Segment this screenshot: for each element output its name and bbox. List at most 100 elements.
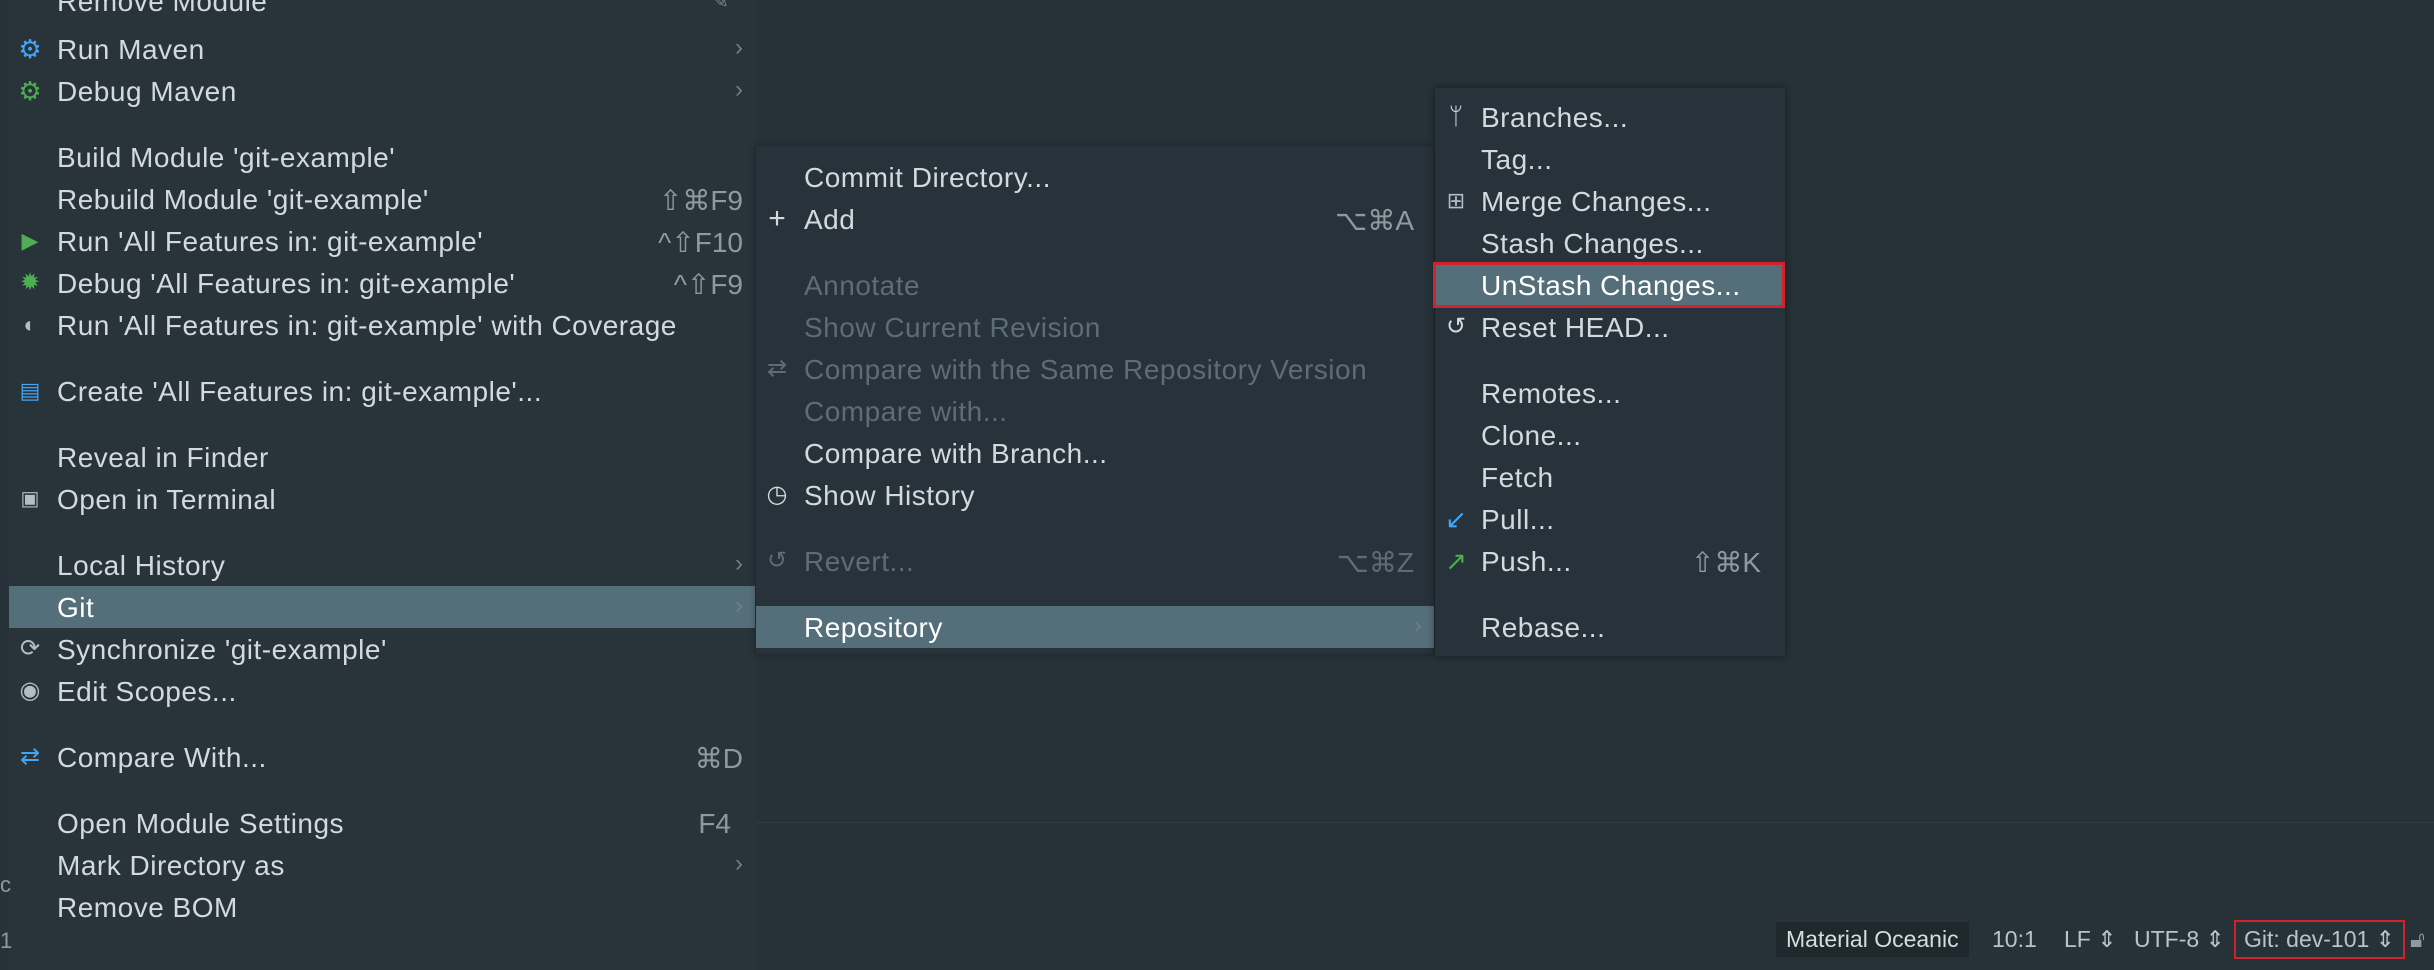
- menu-item-edit-scopes[interactable]: ◉ Edit Scopes...: [9, 670, 755, 712]
- menu-item-shortcut: ⌥⌘Z: [1337, 546, 1414, 579]
- menu-item-label: Merge Changes...: [1481, 186, 1712, 218]
- menu-item-compare-with[interactable]: ⇄ Compare With... ⌘D: [9, 736, 755, 778]
- menu-item-label: Compare with the Same Repository Version: [804, 354, 1367, 386]
- menu-item-unstash-changes[interactable]: UnStash Changes...: [1435, 264, 1783, 306]
- menu-item-label: Repository: [804, 612, 943, 644]
- menu-item-label: Local History: [57, 550, 225, 582]
- menu-item-local-history[interactable]: Local History ›: [9, 544, 755, 586]
- menu-item-label: Rebase...: [1481, 612, 1605, 644]
- menu-item-open-in-terminal[interactable]: ▣ Open in Terminal: [9, 478, 755, 520]
- menu-item-label: Rebuild Module 'git-example': [57, 184, 429, 216]
- menu-item-add[interactable]: + Add ⌥⌘A: [756, 198, 1434, 240]
- menu-item-label: Reveal in Finder: [57, 442, 269, 474]
- menu-item-label: Compare with Branch...: [804, 438, 1108, 470]
- project-context-menu: Remove Module ✎ ⚙ Run Maven › ⚙ Debug Ma…: [9, 0, 755, 970]
- repository-submenu: ᛘ Branches... Tag... ⊞ Merge Changes... …: [1435, 88, 1785, 656]
- menu-item-mark-directory-as[interactable]: Mark Directory as ›: [9, 844, 755, 886]
- menu-item-shortcut: ⌥⌘A: [1335, 204, 1414, 237]
- menu-item-label: Remove Module: [57, 0, 267, 18]
- scope-icon: ◉: [15, 676, 45, 706]
- menu-item-shortcut: ⇧⌘F9: [659, 184, 743, 217]
- menu-item-remotes[interactable]: Remotes...: [1435, 372, 1785, 414]
- edit-icon: ✎: [705, 0, 735, 16]
- menu-item-pull[interactable]: ↙ Pull...: [1435, 498, 1785, 540]
- menu-item-run-all-features[interactable]: ▶ Run 'All Features in: git-example' ^⇧F…: [9, 220, 755, 262]
- menu-item-reveal-in-finder[interactable]: Reveal in Finder: [9, 436, 755, 478]
- menu-item-label: Show History: [804, 480, 975, 512]
- menu-item-rebuild-module[interactable]: Rebuild Module 'git-example' ⇧⌘F9: [9, 178, 755, 220]
- menu-item-compare-with[interactable]: Compare with...: [756, 390, 1434, 432]
- menu-item-commit-directory[interactable]: Commit Directory...: [756, 156, 1434, 198]
- menu-item-label: Edit Scopes...: [57, 676, 237, 708]
- editor-divider: [756, 822, 2434, 823]
- menu-item-run-with-coverage[interactable]: ◐ Run 'All Features in: git-example' wit…: [9, 304, 755, 346]
- chevron-right-icon: ›: [735, 850, 743, 878]
- debug-gear-icon: ⚙: [15, 76, 45, 106]
- menu-item-label: Open in Terminal: [57, 484, 276, 516]
- menu-item-fetch[interactable]: Fetch: [1435, 456, 1785, 498]
- git-branch-widget[interactable]: Git: dev-101 ⇕: [2236, 922, 2403, 957]
- menu-item-clone[interactable]: Clone...: [1435, 414, 1785, 456]
- menu-item-compare-with-branch[interactable]: Compare with Branch...: [756, 432, 1434, 474]
- menu-item-show-current-revision[interactable]: Show Current Revision: [756, 306, 1434, 348]
- sync-icon: ⟳: [15, 634, 45, 664]
- menu-item-label: Debug 'All Features in: git-example': [57, 268, 515, 300]
- menu-item-label: Compare with...: [804, 396, 1008, 428]
- menu-item-run-maven[interactable]: ⚙ Run Maven ›: [9, 28, 755, 70]
- menu-item-label: Stash Changes...: [1481, 228, 1704, 260]
- menu-item-label: Mark Directory as: [57, 850, 285, 882]
- menu-item-reset-head[interactable]: ↺ Reset HEAD...: [1435, 306, 1785, 348]
- menu-item-stash-changes[interactable]: Stash Changes...: [1435, 222, 1785, 264]
- menu-item-shortcut: ^⇧F10: [658, 226, 743, 259]
- menu-item-tag[interactable]: Tag...: [1435, 138, 1785, 180]
- menu-item-build-module[interactable]: Build Module 'git-example': [9, 136, 755, 178]
- compare-icon: ⇄: [762, 354, 792, 384]
- chevron-right-icon: ›: [735, 34, 743, 62]
- menu-item-open-module-settings[interactable]: Open Module Settings F4: [9, 802, 755, 844]
- menu-item-debug-all-features[interactable]: ✹ Debug 'All Features in: git-example' ^…: [9, 262, 755, 304]
- menu-item-git[interactable]: Git ›: [9, 586, 755, 628]
- menu-item-synchronize[interactable]: ⟳ Synchronize 'git-example': [9, 628, 755, 670]
- menu-item-branches[interactable]: ᛘ Branches...: [1435, 96, 1785, 138]
- menu-item-label: Remove BOM: [57, 892, 238, 924]
- menu-item-label: Create 'All Features in: git-example'...: [57, 376, 542, 408]
- cursor-position[interactable]: 10:1: [1992, 926, 2037, 953]
- menu-item-label: Fetch: [1481, 462, 1554, 494]
- menu-item-shortcut: ^⇧F9: [674, 268, 743, 301]
- menu-item-remove-bom[interactable]: Remove BOM: [9, 886, 755, 928]
- menu-item-push[interactable]: ↗ Push... ⇧⌘K: [1435, 540, 1785, 582]
- menu-item-repository[interactable]: Repository ›: [756, 606, 1434, 648]
- line-separator-selector[interactable]: LF ⇕: [2064, 926, 2117, 953]
- menu-item-label: Clone...: [1481, 420, 1582, 452]
- menu-item-show-history[interactable]: ◷ Show History: [756, 474, 1434, 516]
- bug-icon: ✹: [15, 268, 45, 298]
- git-submenu: Commit Directory... + Add ⌥⌘A Annotate S…: [756, 146, 1434, 654]
- menu-item-remove-module[interactable]: Remove Module ✎: [9, 0, 755, 22]
- lock-icon[interactable]: 🔓︎: [2410, 926, 2425, 953]
- menu-item-label: Build Module 'git-example': [57, 142, 395, 174]
- menu-item-revert[interactable]: ↺ Revert... ⌥⌘Z: [756, 540, 1434, 582]
- menu-item-label: Open Module Settings: [57, 808, 344, 840]
- compare-icon: ⇄: [15, 742, 45, 772]
- chevron-right-icon: ›: [735, 550, 743, 578]
- menu-item-compare-same-repo-version[interactable]: ⇄ Compare with the Same Repository Versi…: [756, 348, 1434, 390]
- gutter-text: 1: [0, 928, 12, 954]
- menu-item-label: Reset HEAD...: [1481, 312, 1670, 344]
- menu-item-create-config[interactable]: ▤ Create 'All Features in: git-example'.…: [9, 370, 755, 412]
- menu-item-label: Synchronize 'git-example': [57, 634, 387, 666]
- menu-item-label: Revert...: [804, 546, 914, 578]
- terminal-icon: ▣: [15, 484, 45, 514]
- encoding-selector[interactable]: UTF-8 ⇕: [2134, 926, 2225, 953]
- menu-item-label: Run 'All Features in: git-example': [57, 226, 483, 258]
- menu-item-annotate[interactable]: Annotate: [756, 264, 1434, 306]
- theme-indicator[interactable]: Material Oceanic: [1776, 922, 1969, 957]
- menu-item-shortcut: F4: [698, 808, 731, 840]
- menu-item-merge-changes[interactable]: ⊞ Merge Changes...: [1435, 180, 1785, 222]
- menu-item-debug-maven[interactable]: ⚙ Debug Maven ›: [9, 70, 755, 112]
- plus-icon: +: [762, 204, 792, 234]
- menu-item-rebase[interactable]: Rebase...: [1435, 606, 1785, 648]
- menu-item-label: Push...: [1481, 546, 1572, 578]
- reset-icon: ↺: [1441, 312, 1471, 342]
- menu-item-label: Compare With...: [57, 742, 267, 774]
- run-icon: ▶: [15, 226, 45, 256]
